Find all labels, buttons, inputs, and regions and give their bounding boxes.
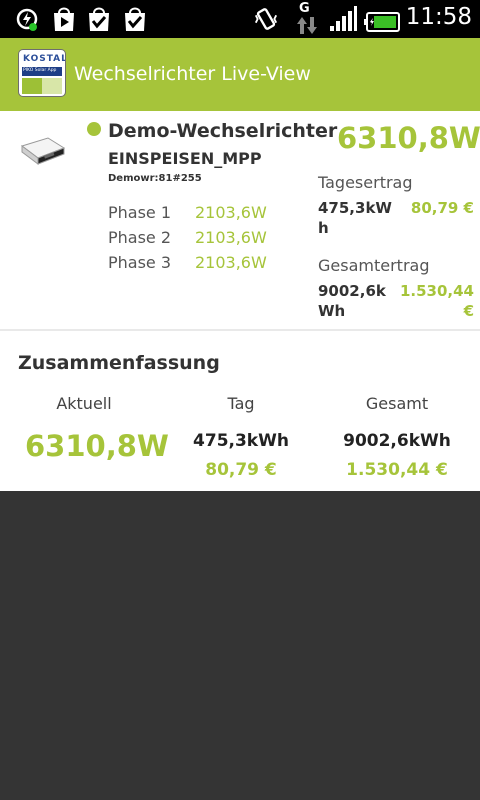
inverter-device-icon <box>20 137 66 165</box>
total-yield-kwh: 9002,6kWh <box>318 282 386 320</box>
network-type-label: G <box>299 1 310 16</box>
task-check-icon <box>89 7 109 31</box>
summary-day-eur: 80,79 € <box>205 460 277 480</box>
total-yield-label: Gesamtertrag <box>318 256 430 275</box>
summary-current-label: Aktuell <box>56 394 112 413</box>
vibrate-icon <box>254 8 278 30</box>
app-brand-logo: KOSTAL <box>23 54 66 64</box>
play-store-icon <box>54 7 74 31</box>
summary-current-value: 6310,8W <box>25 429 169 463</box>
daily-yield-eur: 80,79 € <box>410 199 474 217</box>
status-clock: 11:58 <box>405 4 472 30</box>
sync-icon <box>16 8 38 31</box>
daily-yield-kwh: 475,3kWh <box>318 199 392 237</box>
phase-2-value: 2103,6W <box>195 228 267 247</box>
screen-title: Wechselrichter Live-View <box>74 63 311 85</box>
signal-icon <box>330 6 357 31</box>
network-data-icon: G <box>296 1 317 35</box>
live-view-content: Demo-Wechselrichter EINSPEISEN_MPP Demow… <box>0 111 480 491</box>
summary-total-label: Gesamt <box>365 394 429 413</box>
task-check-icon <box>125 7 145 31</box>
online-status-dot <box>87 122 101 136</box>
action-bar: KOSTAL PIKO Solar App Wechselrichter Liv… <box>0 38 480 111</box>
app-subtitle: PIKO Solar App <box>22 67 62 76</box>
summary-total-eur: 1.530,44 € <box>346 460 448 480</box>
daily-yield-label: Tagesertrag <box>318 173 413 192</box>
inverter-id: Demowr:81#255 <box>108 173 202 184</box>
inverter-name: Demo-Wechselrichter <box>108 120 338 142</box>
section-divider <box>0 329 480 331</box>
summary-total-kwh: 9002,6kWh <box>343 431 451 451</box>
summary-day-kwh: 475,3kWh <box>193 431 289 451</box>
phase-3-value: 2103,6W <box>195 253 267 272</box>
phase-1-label: Phase 1 <box>108 203 172 222</box>
phase-1-value: 2103,6W <box>195 203 267 222</box>
inverter-state: EINSPEISEN_MPP <box>108 149 262 168</box>
summary-title: Zusammenfassung <box>18 352 220 374</box>
phase-3-label: Phase 3 <box>108 253 172 272</box>
app-icon-graphic <box>22 78 62 94</box>
phase-2-label: Phase 2 <box>108 228 172 247</box>
total-yield-eur: 1.530,44 € <box>399 282 474 320</box>
status-bar: G 11:58 <box>0 0 480 38</box>
battery-icon <box>364 12 400 32</box>
summary-day-label: Tag <box>227 394 255 413</box>
current-power: 6310,8W <box>337 121 480 155</box>
app-icon[interactable]: KOSTAL PIKO Solar App <box>18 49 66 97</box>
